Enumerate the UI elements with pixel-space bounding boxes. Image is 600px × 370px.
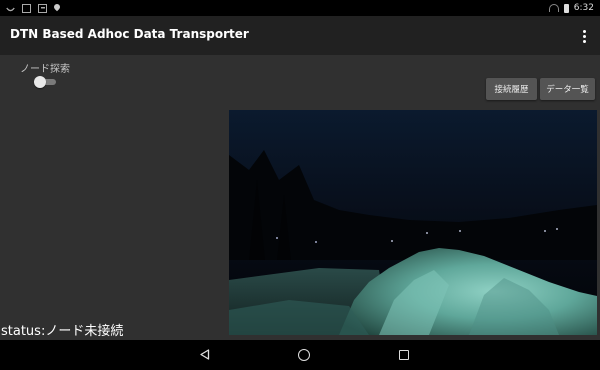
signal-icon bbox=[6, 3, 15, 13]
battery-icon bbox=[563, 3, 569, 13]
app-title: DTN Based Adhoc Data Transporter bbox=[10, 27, 249, 41]
overflow-menu-icon[interactable] bbox=[576, 25, 592, 47]
switch-thumb bbox=[34, 76, 46, 88]
wifi-icon bbox=[548, 4, 559, 12]
document-icon bbox=[38, 3, 47, 13]
node-search-switch[interactable] bbox=[34, 76, 58, 88]
connection-history-button[interactable]: 接続履歴 bbox=[486, 78, 537, 100]
clock: 6:32 bbox=[573, 3, 594, 13]
notification-icons bbox=[6, 2, 62, 14]
node-search-label: ノード探索 bbox=[20, 64, 70, 75]
main-content: ノード探索 接続履歴 データ一覧 status:ノード未接続 bbox=[0, 55, 600, 340]
camera-preview bbox=[229, 110, 597, 335]
connection-status-text: status:ノード未接続 bbox=[1, 324, 124, 339]
app-bar: DTN Based Adhoc Data Transporter bbox=[0, 16, 600, 55]
home-icon[interactable] bbox=[298, 349, 310, 361]
navigation-bar bbox=[0, 340, 600, 370]
status-bar: 6:32 bbox=[0, 0, 600, 16]
pin-icon bbox=[52, 2, 62, 12]
data-list-button[interactable]: データ一覧 bbox=[540, 78, 595, 100]
system-icons: 6:32 bbox=[548, 2, 594, 14]
back-icon[interactable] bbox=[199, 349, 210, 360]
recents-icon[interactable] bbox=[399, 350, 409, 360]
image-icon bbox=[22, 3, 31, 13]
camera-preview-image bbox=[229, 110, 597, 335]
